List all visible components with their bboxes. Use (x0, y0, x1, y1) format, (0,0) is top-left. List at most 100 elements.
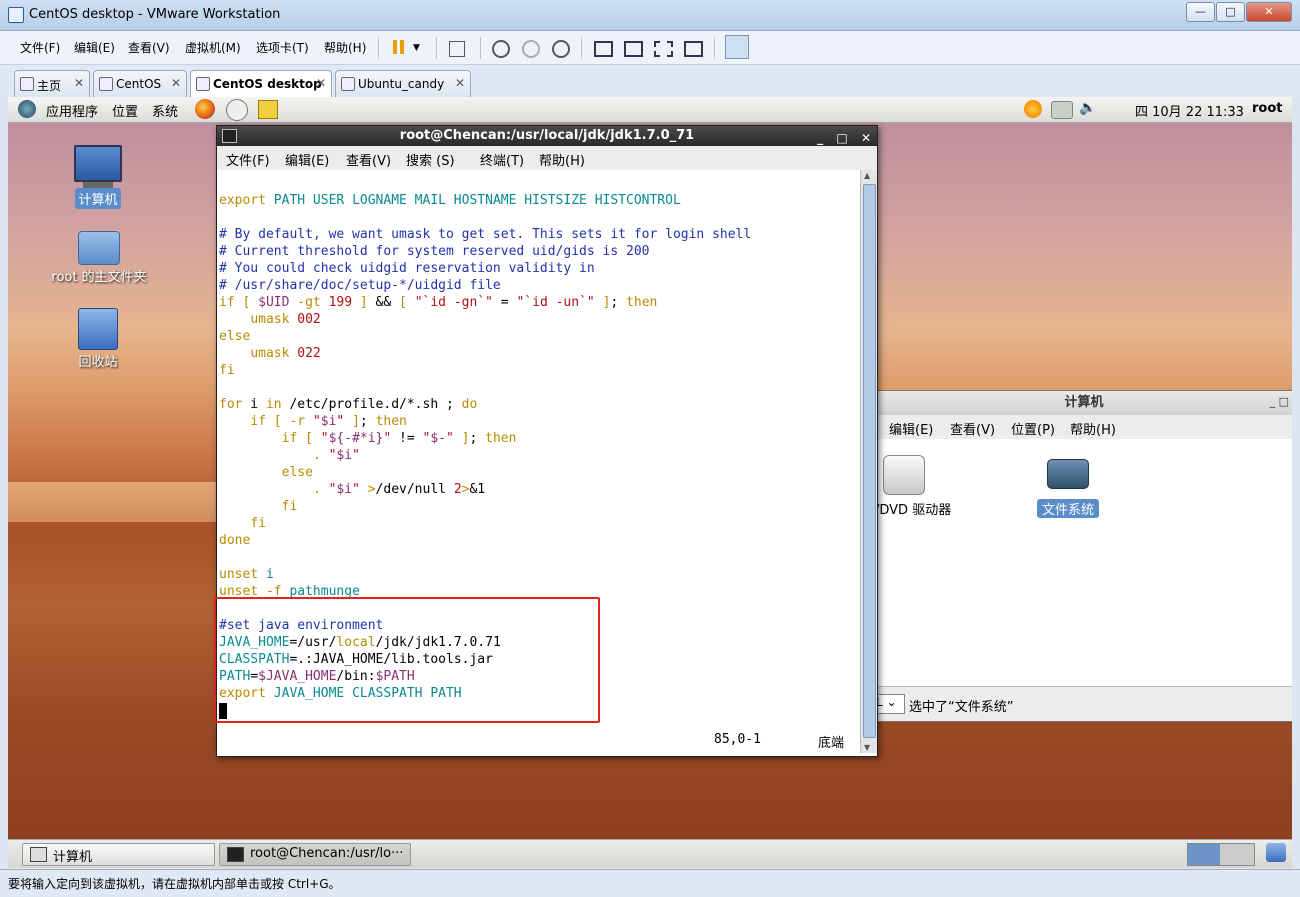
taskbar-item-terminal[interactable]: root@Chencan:/usr/lo··· (219, 843, 411, 866)
vmware-titlebar: CentOS desktop - VMware Workstation — □ … (0, 0, 1300, 31)
fm-view-select[interactable]: L ⌄ (875, 694, 905, 714)
code-line: fi (250, 516, 266, 531)
menu-view[interactable]: 查看(V) (128, 39, 170, 56)
code-line: else (219, 329, 251, 344)
desktop-icon-computer[interactable]: 计算机 (68, 145, 128, 209)
update-notifier-icon[interactable] (1024, 100, 1042, 118)
code-line: . "$i" >/dev/null 2>&1 (312, 482, 486, 497)
toolbar-separator (436, 37, 437, 59)
maximize-button[interactable]: □ (1216, 2, 1245, 22)
term-menu-file[interactable]: 文件(F) (226, 150, 270, 169)
file-manager-window[interactable]: 计算机 _ □ 编辑(E) 查看(V) 位置(P) 帮助(H) /DVD 驱动器… (874, 390, 1292, 722)
terminal-minimize-button[interactable]: _ (817, 131, 823, 145)
network-icon[interactable] (1051, 101, 1073, 119)
file-manager-icon-view[interactable]: /DVD 驱动器 文件系统 (875, 439, 1292, 685)
toolbar-separator (480, 37, 481, 59)
tab-centos-desktop[interactable]: CentOS desktop ✕ (190, 70, 332, 98)
desktop-icon-label: 回收站 (78, 355, 118, 370)
panel-menu-places[interactable]: 位置 (112, 101, 138, 120)
vm-icon (196, 77, 210, 91)
scroll-up-icon[interactable]: ▲ (864, 171, 870, 180)
workspace-active[interactable] (1188, 844, 1220, 865)
code-line: umask 022 (250, 346, 321, 361)
mail-client-icon[interactable] (226, 99, 248, 121)
firefox-icon[interactable] (195, 99, 215, 119)
menu-file[interactable]: 文件(F) (20, 39, 60, 56)
term-menu-terminal[interactable]: 终端(T) (480, 150, 524, 169)
menu-edit[interactable]: 编辑(E) (74, 39, 115, 56)
snapshot-manager-icon[interactable] (552, 40, 570, 58)
guest-desktop[interactable]: 应用程序 位置 系统 🔈 四 10月 22 11:33 root 计算机 roo… (8, 97, 1292, 868)
panel-menu-system[interactable]: 系统 (152, 101, 178, 120)
terminal-close-button[interactable]: ✕ (861, 131, 871, 145)
vmware-menubar: 文件(F) 编辑(E) 查看(V) 虚拟机(M) 选项卡(T) 帮助(H) ▼ (0, 31, 1300, 65)
fm-menu-help[interactable]: 帮助(H) (1070, 419, 1116, 438)
tab-centos[interactable]: CentOS ✕ (93, 70, 187, 97)
fm-item-filesystem[interactable]: 文件系统 (1037, 499, 1100, 518)
fm-menu-places[interactable]: 位置(P) (1011, 419, 1055, 438)
fm-item-dvd[interactable]: /DVD 驱动器 (875, 499, 951, 518)
gnome-bottom-panel: 计算机 root@Chencan:/usr/lo··· (8, 839, 1292, 868)
pause-dropdown-icon[interactable]: ▼ (413, 43, 433, 63)
term-menu-search[interactable]: 搜索 (S) (406, 150, 455, 169)
volume-icon[interactable]: 🔈 (1079, 100, 1096, 116)
code-line: # By default, we want umask to get set. … (219, 227, 752, 242)
snapshot-icon[interactable] (492, 40, 510, 58)
close-tab-icon[interactable]: ✕ (74, 76, 84, 90)
computer-small-icon (30, 847, 47, 862)
annotation-highlight-box (214, 597, 600, 723)
gnome-top-panel: 应用程序 位置 系统 🔈 四 10月 22 11:33 root (8, 97, 1292, 123)
gnome-foot-icon (18, 100, 36, 118)
close-tab-icon[interactable]: ✕ (171, 76, 181, 90)
terminal-app-icon (222, 129, 237, 143)
panel-clock[interactable]: 四 10月 22 11:33 (1135, 101, 1244, 120)
revert-snapshot-icon[interactable] (522, 40, 540, 58)
terminal-menubar: 文件(F) 编辑(E) 查看(V) 搜索 (S) 终端(T) 帮助(H) (217, 146, 877, 170)
menu-vm[interactable]: 虚拟机(M) (185, 39, 241, 56)
menu-tabs[interactable]: 选项卡(T) (256, 39, 309, 56)
close-button[interactable]: ✕ (1246, 2, 1292, 22)
desktop-icon-trash[interactable]: 回收站 (68, 308, 128, 371)
filesystem-icon[interactable] (1047, 459, 1089, 489)
fm-menu-edit[interactable]: 编辑(E) (889, 419, 933, 438)
minimize-button[interactable]: — (1186, 2, 1215, 22)
desktop-icon-home[interactable]: root 的主文件夹 (44, 231, 154, 286)
panel-menu-applications[interactable]: 应用程序 (46, 101, 98, 120)
file-manager-window-controls[interactable]: _ □ (1270, 395, 1289, 408)
workspace-switcher[interactable] (1187, 843, 1255, 866)
home-folder-icon (78, 231, 120, 265)
code-line: export PATH USER LOGNAME MAIL HOSTNAME H… (219, 193, 681, 208)
terminal-scrollbar[interactable]: ▲ ▼ (860, 170, 877, 753)
console-view-icon[interactable] (624, 41, 643, 57)
fm-menu-view[interactable]: 查看(V) (950, 419, 995, 438)
code-line: # Current threshold for system reserved … (219, 244, 650, 259)
send-keys-icon[interactable] (449, 41, 465, 57)
taskbar-item-computer[interactable]: 计算机 (22, 843, 215, 866)
sidebar-toggle-icon[interactable] (594, 41, 613, 57)
text-editor-icon[interactable] (258, 100, 278, 119)
term-menu-help[interactable]: 帮助(H) (539, 150, 585, 169)
trash-applet-icon[interactable] (1266, 843, 1286, 862)
dvd-drive-icon[interactable] (883, 455, 925, 495)
code-line: if [ "${-#*i}" != "$-" ]; then (281, 431, 517, 446)
term-menu-edit[interactable]: 编辑(E) (285, 150, 329, 169)
scroll-down-icon[interactable]: ▼ (864, 743, 870, 752)
close-tab-icon[interactable]: ✕ (316, 76, 326, 90)
tab-ubuntu-candy[interactable]: Ubuntu_candy ✕ (335, 70, 471, 97)
view-options-icon[interactable] (725, 35, 749, 59)
close-tab-icon[interactable]: ✕ (455, 76, 465, 90)
pause-button[interactable] (389, 37, 409, 57)
computer-icon (74, 145, 122, 182)
home-icon (20, 77, 34, 91)
panel-user[interactable]: root (1252, 101, 1283, 116)
term-menu-view[interactable]: 查看(V) (346, 150, 391, 169)
unity-icon[interactable] (684, 41, 703, 57)
code-line: fi (281, 499, 298, 514)
fullscreen-icon[interactable] (654, 41, 673, 57)
tab-home[interactable]: 主页 ✕ (14, 70, 90, 97)
vmware-statusbar: 要将输入定向到该虚拟机，请在虚拟机内部单击或按 Ctrl+G。 (0, 869, 1300, 897)
terminal-maximize-button[interactable]: □ (836, 131, 847, 145)
menu-help[interactable]: 帮助(H) (324, 39, 366, 56)
scrollbar-thumb[interactable] (863, 184, 876, 738)
cursor-position: 85,0-1 (714, 732, 761, 747)
